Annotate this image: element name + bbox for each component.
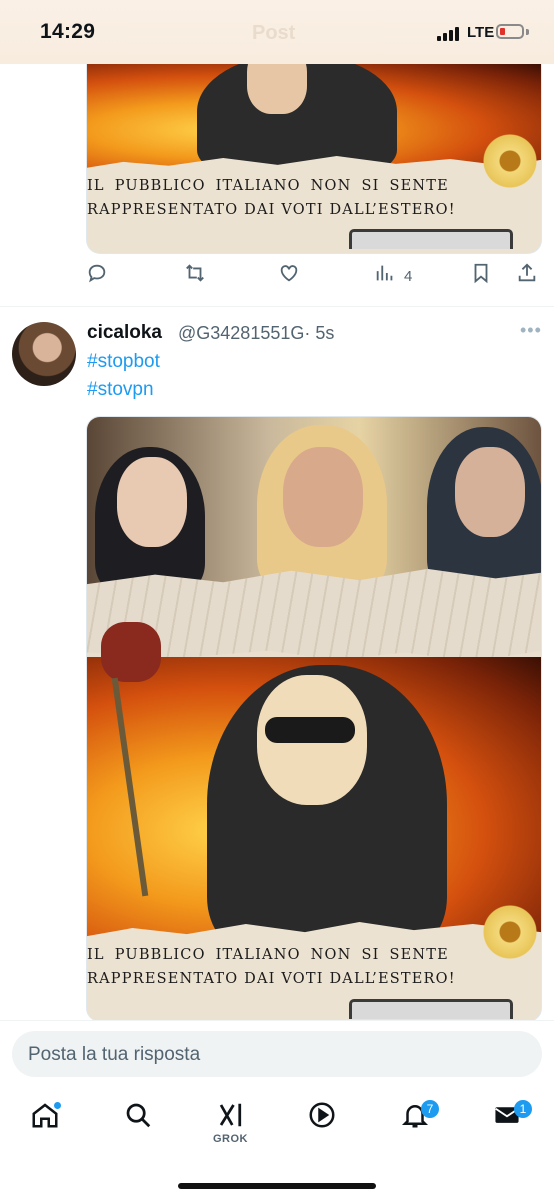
image-caption: IL PUBBLICO ITALIANO NON SI SENTE RAPPRESENTA…: [87, 947, 456, 987]
tweet-image[interactable]: IL PUBBLICO ITALIANO NON SI SENTE RAPPRESENTA…: [86, 416, 542, 1022]
tweet-divider: [0, 306, 554, 307]
views-icon[interactable]: [374, 262, 398, 286]
reply-input[interactable]: Posta la tua risposta: [12, 1031, 542, 1077]
battery-cap: [526, 29, 529, 35]
bookmark-icon[interactable]: [470, 262, 494, 286]
status-time: 14:29: [40, 20, 96, 43]
separator: ·: [304, 323, 311, 343]
notification-badge: 7: [421, 1100, 439, 1118]
hashtag-stovpn[interactable]: #stovpn: [87, 379, 154, 401]
nav-home[interactable]: [30, 1100, 70, 1140]
reply-icon[interactable]: [86, 262, 110, 286]
battery-icon: [496, 24, 524, 39]
heart-icon[interactable]: [278, 262, 302, 286]
video-icon: [309, 1102, 335, 1128]
timestamp: 5s: [315, 323, 335, 343]
nav-messages[interactable]: 1: [492, 1100, 532, 1140]
hashtag-stopbot[interactable]: #stopbot: [87, 351, 160, 373]
nav-search[interactable]: [123, 1100, 163, 1140]
search-icon: [126, 1103, 151, 1128]
home-new-dot: [54, 1102, 61, 1109]
tweet-actions: 4: [86, 262, 542, 292]
grok-icon: [219, 1103, 242, 1127]
display-name[interactable]: cicaloka: [87, 322, 162, 344]
handle-line: @G34281551G· 5s: [178, 323, 334, 344]
nav-video[interactable]: [307, 1100, 347, 1140]
signal-icon: [437, 25, 463, 41]
avatar[interactable]: [12, 322, 76, 386]
image-caption: IL PUBBLICO ITALIANO NON SI SENTE RAPPRESENTA…: [87, 178, 456, 218]
more-icon[interactable]: •••: [520, 320, 542, 341]
home-indicator: [178, 1183, 376, 1189]
network-label: LTE: [467, 24, 495, 41]
grok-label: GROK: [213, 1133, 248, 1145]
share-icon[interactable]: [516, 262, 540, 286]
retweet-icon[interactable]: [184, 262, 208, 286]
user-handle[interactable]: @G34281551G: [178, 323, 304, 343]
nav-notifications[interactable]: 7: [400, 1100, 440, 1140]
header-title-faded: Post: [252, 22, 296, 44]
messages-badge: 1: [514, 1100, 532, 1118]
previous-tweet-image[interactable]: IL PUBBLICO ITALIANO NON SI SENTE RAPPRESENTA…: [86, 64, 542, 254]
views-count: 4: [404, 268, 413, 285]
